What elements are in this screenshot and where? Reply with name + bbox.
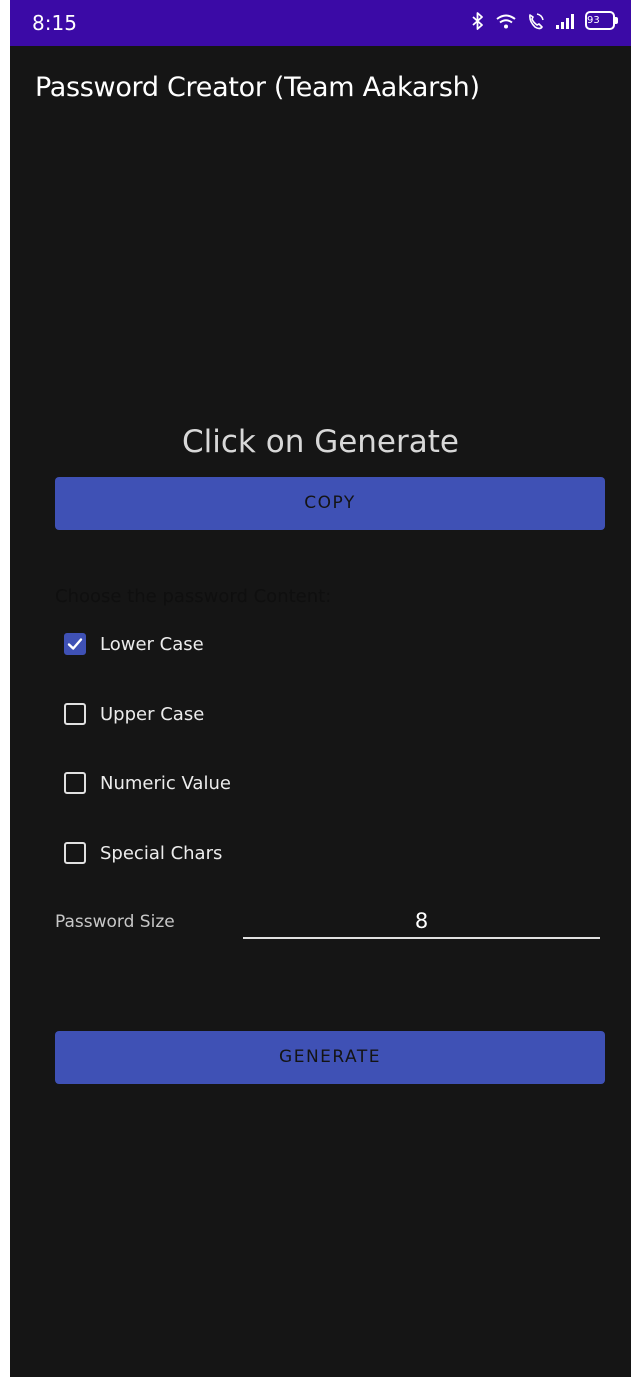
wifi-icon — [495, 13, 517, 29]
numeric-value-label: Numeric Value — [100, 772, 231, 794]
status-icons: 93 — [471, 11, 618, 30]
signal-icon — [555, 13, 575, 29]
lower-case-checkbox-row[interactable]: Lower Case — [64, 629, 204, 659]
upper-case-checkbox[interactable] — [64, 703, 86, 725]
upper-case-checkbox-row[interactable]: Upper Case — [64, 699, 204, 729]
content-options-label: Choose the password Content: — [55, 586, 332, 607]
special-chars-checkbox-row[interactable]: Special Chars — [64, 838, 222, 868]
battery-icon: 93 — [585, 11, 618, 30]
status-bar: 8:15 93 — [10, 0, 631, 46]
app-title: Password Creator (Team Aakarsh) — [35, 72, 480, 103]
upper-case-label: Upper Case — [100, 703, 205, 725]
status-time: 8:15 — [32, 11, 77, 35]
generated-password-text: Click on Generate — [182, 424, 459, 460]
password-size-input[interactable] — [243, 905, 600, 939]
special-chars-checkbox[interactable] — [64, 842, 86, 864]
copy-button[interactable]: COPY — [55, 477, 605, 530]
call-icon — [527, 12, 545, 30]
bluetooth-icon — [471, 11, 485, 30]
numeric-value-checkbox-row[interactable]: Numeric Value — [64, 768, 231, 798]
checkmark-icon — [67, 638, 83, 650]
lower-case-checkbox[interactable] — [64, 633, 86, 655]
special-chars-label: Special Chars — [100, 842, 223, 864]
generate-button[interactable]: GENERATE — [55, 1031, 605, 1084]
password-size-label: Password Size — [55, 912, 175, 932]
numeric-value-checkbox[interactable] — [64, 772, 86, 794]
lower-case-label: Lower Case — [100, 633, 204, 655]
app-screen: 8:15 93 Password Creator (Team Aakarsh) … — [10, 0, 631, 1377]
